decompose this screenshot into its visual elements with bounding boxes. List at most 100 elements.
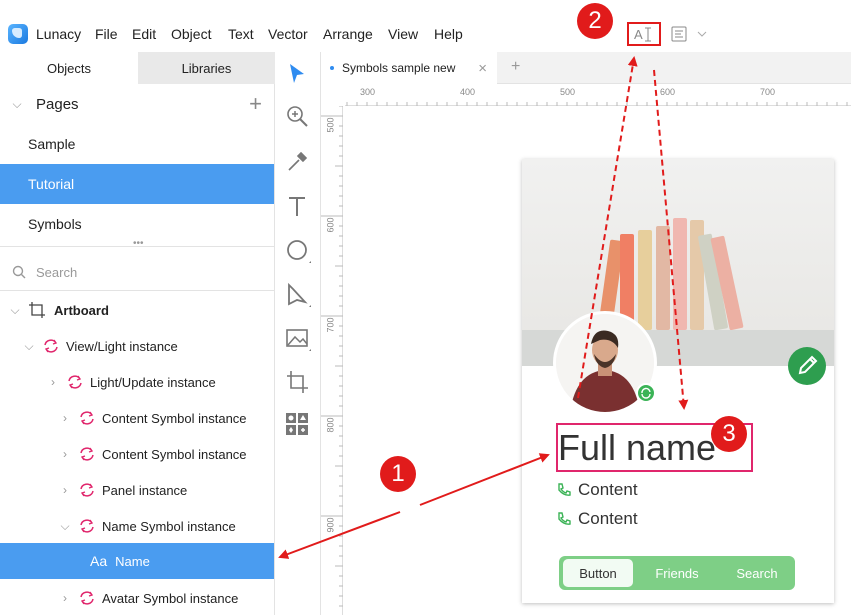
page-item-tutorial[interactable]: Tutorial bbox=[0, 164, 274, 204]
layer-label: Name bbox=[115, 553, 150, 569]
symbol-instance-icon bbox=[80, 591, 94, 605]
annotation-badge-3: 3 bbox=[711, 416, 747, 452]
page-item-sample[interactable]: Sample bbox=[0, 124, 274, 164]
layer-name[interactable]: Aa Name bbox=[0, 543, 274, 579]
search-button[interactable]: Search bbox=[725, 559, 789, 587]
status-badge bbox=[636, 383, 656, 403]
symbol-instance-icon bbox=[44, 339, 58, 353]
content-text: Content bbox=[578, 509, 638, 528]
symbol-instance-icon bbox=[80, 447, 94, 461]
ruler-label: 500 bbox=[325, 117, 336, 133]
symbol-instance-icon bbox=[80, 483, 94, 497]
content-line-2: Content bbox=[556, 509, 638, 529]
artboard-tool-icon[interactable] bbox=[283, 368, 311, 396]
close-icon[interactable]: × bbox=[478, 60, 487, 77]
menu-vector[interactable]: Vector bbox=[268, 26, 308, 42]
ruler-label: 400 bbox=[460, 87, 476, 97]
add-page-icon[interactable]: + bbox=[249, 91, 262, 117]
layer-content-2[interactable]: › Content Symbol instance bbox=[0, 438, 274, 470]
page-item-label: Sample bbox=[28, 136, 76, 152]
ellipse-tool-icon[interactable] bbox=[283, 236, 311, 264]
artboard-icon bbox=[29, 302, 45, 318]
layer-panel[interactable]: › Panel instance bbox=[0, 474, 274, 506]
edit-button[interactable] bbox=[788, 347, 826, 385]
annotation-badge-1: 1 bbox=[380, 456, 416, 492]
chevron-down-icon: ⌵ bbox=[24, 338, 34, 353]
menu-object[interactable]: Object bbox=[171, 26, 211, 42]
ruler-label: 600 bbox=[325, 217, 336, 233]
pointer-tool-icon[interactable] bbox=[283, 60, 311, 88]
layer-name-symbol[interactable]: ⌵ Name Symbol instance bbox=[0, 510, 274, 542]
text-align-icon[interactable] bbox=[668, 22, 707, 46]
ruler-label: 500 bbox=[560, 87, 576, 97]
phone-icon bbox=[558, 483, 571, 496]
layer-artboard[interactable]: ⌵ Artboard bbox=[0, 294, 274, 326]
menu-text[interactable]: Text bbox=[228, 26, 254, 42]
profile-card[interactable] bbox=[522, 159, 834, 603]
symbol-instance-icon bbox=[80, 519, 94, 533]
menu-view[interactable]: View bbox=[388, 26, 418, 42]
content-line-1: Content bbox=[556, 480, 638, 500]
menu-file[interactable]: File bbox=[95, 26, 118, 42]
horizontal-ruler: 300 400 500 600 700 bbox=[345, 86, 851, 106]
text-tool-icon[interactable] bbox=[283, 192, 311, 220]
layer-label: Content Symbol instance bbox=[102, 410, 247, 426]
menubar: Lunacy File Edit Object Text Vector Arra… bbox=[0, 0, 851, 52]
app-name: Lunacy bbox=[36, 26, 82, 42]
annotation-highlight-box bbox=[627, 22, 661, 46]
card-button[interactable]: Button bbox=[563, 559, 633, 587]
symbol-instance-icon bbox=[68, 375, 82, 389]
new-tab-icon[interactable]: + bbox=[511, 58, 520, 76]
tab-libraries[interactable]: Libraries bbox=[138, 52, 275, 84]
color-picker-icon[interactable] bbox=[283, 148, 311, 176]
search-input[interactable]: Search bbox=[36, 265, 77, 280]
button-bar: Button Friends Search bbox=[559, 556, 795, 590]
symbol-instance-icon bbox=[80, 411, 94, 425]
tab-objects[interactable]: Objects bbox=[0, 52, 138, 84]
chevron-down-icon: ⌵ bbox=[12, 96, 22, 111]
menu-arrange[interactable]: Arrange bbox=[323, 26, 373, 42]
annotation-badge-2: 2 bbox=[577, 3, 613, 39]
active-dot-icon bbox=[330, 66, 334, 70]
resize-handle-icon[interactable]: ••• bbox=[133, 238, 144, 249]
search-icon bbox=[12, 265, 26, 279]
pages-header[interactable]: ⌵ Pages + bbox=[0, 89, 274, 119]
layer-label: Name Symbol instance bbox=[102, 518, 236, 534]
components-icon[interactable] bbox=[283, 410, 311, 438]
layer-label: Content Symbol instance bbox=[102, 446, 247, 462]
lunacy-logo bbox=[8, 24, 28, 44]
vertical-ruler: 500 600 700 800 900 bbox=[321, 106, 343, 615]
phone-icon bbox=[558, 512, 571, 525]
menu-help[interactable]: Help bbox=[434, 26, 463, 42]
image-tool-icon[interactable] bbox=[283, 324, 311, 352]
layer-view-light[interactable]: ⌵ View/Light instance bbox=[0, 330, 274, 362]
friends-button[interactable]: Friends bbox=[645, 559, 709, 587]
zoom-tool-icon[interactable] bbox=[283, 102, 311, 130]
ruler-label: 800 bbox=[325, 417, 336, 433]
layer-label: View/Light instance bbox=[66, 338, 178, 354]
layer-label: Panel instance bbox=[102, 482, 188, 498]
tool-strip bbox=[275, 52, 321, 615]
page-item-label: Symbols bbox=[28, 216, 82, 232]
ruler-label: 900 bbox=[325, 517, 336, 533]
content-text: Content bbox=[578, 480, 638, 499]
pages-header-label: Pages bbox=[36, 95, 79, 113]
text-layer-icon: Aa bbox=[90, 553, 108, 569]
ruler-label: 300 bbox=[360, 87, 376, 97]
layer-avatar-symbol[interactable]: › Avatar Symbol instance bbox=[0, 582, 274, 614]
layer-label: Avatar Symbol instance bbox=[102, 590, 239, 606]
chevron-right-icon: › bbox=[51, 375, 55, 389]
menu-edit[interactable]: Edit bbox=[132, 26, 156, 42]
pen-tool-icon[interactable] bbox=[283, 280, 311, 308]
left-panel: Objects Libraries ⌵ Pages + Sample Tutor… bbox=[0, 52, 275, 615]
chevron-down-icon: ⌵ bbox=[10, 302, 20, 317]
layer-search[interactable]: Search bbox=[0, 256, 274, 288]
chevron-right-icon: › bbox=[63, 411, 67, 425]
layer-label: Artboard bbox=[54, 302, 109, 318]
pencil-icon bbox=[798, 355, 818, 375]
chevron-right-icon: › bbox=[63, 447, 67, 461]
doc-tab[interactable]: Symbols sample new × bbox=[321, 52, 497, 84]
chevron-right-icon: › bbox=[63, 591, 67, 605]
layer-light-update[interactable]: › Light/Update instance bbox=[0, 366, 274, 398]
layer-content-1[interactable]: › Content Symbol instance bbox=[0, 402, 274, 434]
